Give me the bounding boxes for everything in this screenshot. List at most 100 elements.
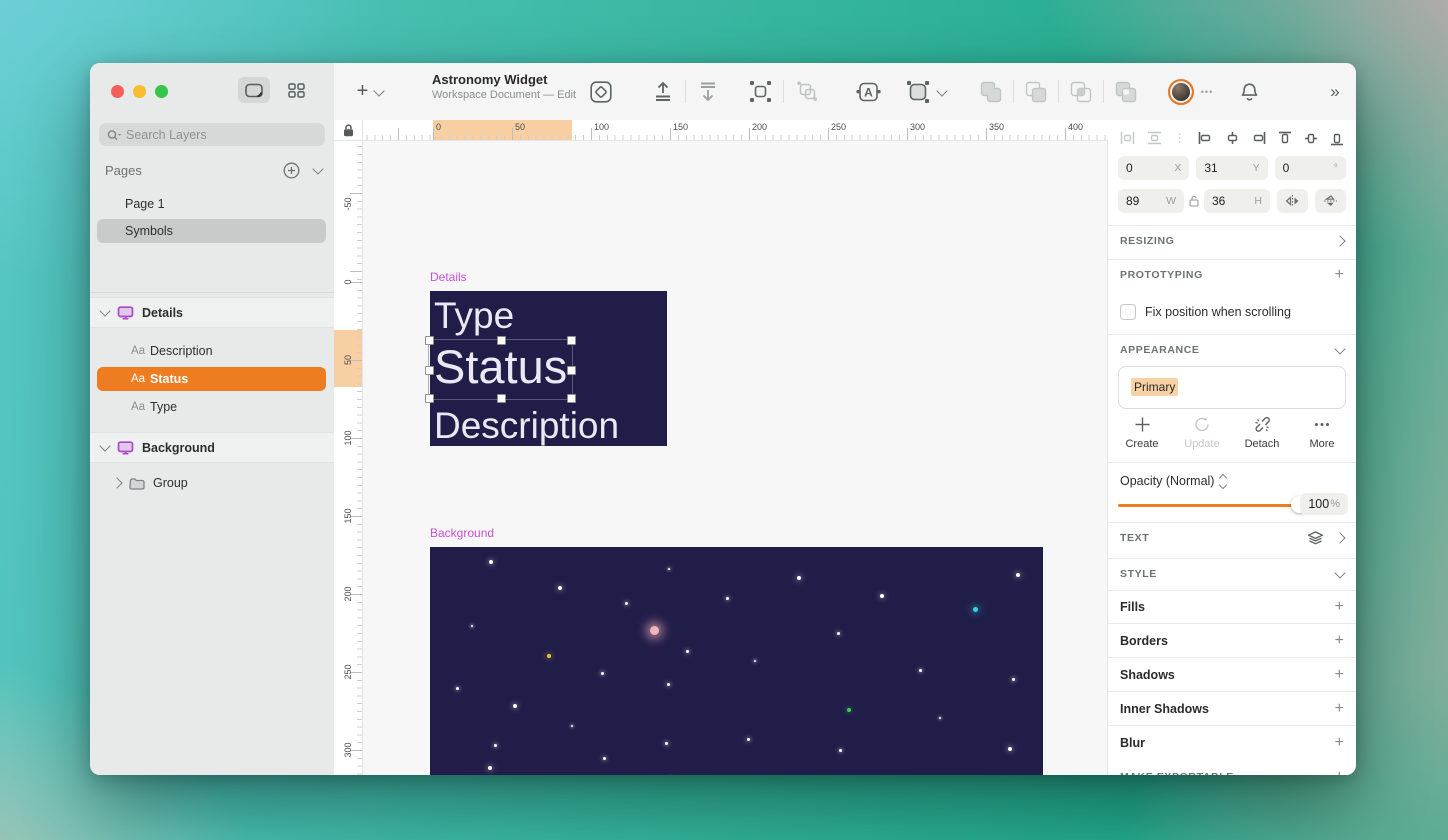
aspect-lock-icon[interactable]: [1189, 195, 1199, 207]
flip-vertical-button[interactable]: [1315, 189, 1346, 213]
ruler-label: 200: [343, 586, 353, 601]
artboard-label-details[interactable]: Details: [430, 270, 467, 284]
boolean-union-button[interactable]: [973, 63, 1009, 120]
collapse-pages-icon[interactable]: [312, 163, 323, 174]
add-prototype-icon[interactable]: +: [1335, 266, 1344, 284]
selection-handle[interactable]: [567, 366, 576, 375]
collapse-details-icon[interactable]: [99, 305, 110, 316]
more-button[interactable]: More: [1292, 416, 1352, 450]
opacity-value-field[interactable]: 100%: [1300, 493, 1348, 515]
create-button[interactable]: Create: [1112, 416, 1172, 450]
boolean-difference-button[interactable]: [1108, 63, 1144, 120]
insert-button[interactable]: +: [348, 63, 392, 120]
detach-button[interactable]: Detach: [1232, 416, 1292, 450]
artboard-label-background[interactable]: Background: [430, 526, 494, 540]
selection-handle[interactable]: [425, 366, 434, 375]
rotation-field[interactable]: 0°: [1275, 156, 1346, 180]
appearance-section[interactable]: APPEARANCE: [1108, 341, 1356, 359]
align-left-icon[interactable]: [1198, 131, 1213, 145]
style-row-blur[interactable]: Blur+: [1108, 725, 1356, 759]
align-right-icon[interactable]: [1251, 131, 1266, 145]
document-title-block[interactable]: Astronomy Widget Workspace Document — Ed…: [432, 72, 576, 101]
search-layers-input[interactable]: Search Layers: [99, 123, 325, 146]
move-forward-button[interactable]: [645, 63, 681, 120]
boolean-intersect-button[interactable]: [1063, 63, 1099, 120]
resizing-section[interactable]: RESIZING: [1108, 232, 1356, 250]
collaborators-more-button[interactable]: •••: [1192, 63, 1222, 120]
notifications-button[interactable]: [1231, 63, 1267, 120]
create-symbol-button[interactable]: [583, 63, 619, 120]
selection-handle[interactable]: [497, 336, 506, 345]
layer-item-description[interactable]: Aa Description: [90, 340, 334, 362]
expand-group-icon[interactable]: [111, 477, 122, 488]
selection-handle[interactable]: [497, 394, 506, 403]
layer-item-group[interactable]: Group: [90, 472, 334, 494]
style-row-borders[interactable]: Borders+: [1108, 623, 1356, 657]
align-top-icon[interactable]: [1278, 131, 1292, 146]
align-center-horizontal-icon[interactable]: [1225, 131, 1240, 145]
add-inner-shadows-icon[interactable]: +: [1335, 700, 1344, 718]
selection-box[interactable]: [428, 339, 573, 400]
add-blur-icon[interactable]: +: [1335, 734, 1344, 752]
detach-link-icon: [1253, 416, 1271, 433]
components-view-button[interactable]: [280, 77, 312, 103]
boolean-subtract-button[interactable]: [1018, 63, 1054, 120]
selection-handle[interactable]: [567, 394, 576, 403]
style-row-inner-shadows[interactable]: Inner Shadows+: [1108, 691, 1356, 725]
minimize-window-button[interactable]: [133, 85, 146, 98]
selection-handle[interactable]: [425, 394, 434, 403]
fix-position-checkbox[interactable]: [1120, 304, 1136, 320]
update-button[interactable]: Update: [1172, 416, 1232, 450]
style-row-shadows[interactable]: Shadows+: [1108, 657, 1356, 691]
appearance-value[interactable]: Primary: [1131, 378, 1178, 396]
prototyping-section[interactable]: PROTOTYPING +: [1108, 266, 1356, 284]
layer-item-type[interactable]: Aa Type: [90, 396, 334, 418]
align-middle-vertical-icon[interactable]: [1304, 131, 1318, 146]
add-export-icon[interactable]: +: [1335, 768, 1344, 775]
toolbar-overflow-button[interactable]: »: [1316, 63, 1352, 120]
flip-horizontal-button[interactable]: [1277, 189, 1308, 213]
page-item-symbols[interactable]: Symbols: [97, 219, 326, 243]
text-layer-description[interactable]: Description: [434, 407, 619, 444]
blend-mode-stepper[interactable]: [1220, 475, 1226, 488]
style-section[interactable]: STYLE: [1108, 565, 1356, 583]
horizontal-ruler[interactable]: 050100150200250300350400: [362, 120, 1108, 141]
y-field[interactable]: 31Y: [1196, 156, 1267, 180]
ungroup-button[interactable]: [789, 63, 825, 120]
collapse-background-icon[interactable]: [99, 440, 110, 451]
text-section[interactable]: TEXT: [1108, 529, 1356, 547]
add-borders-icon[interactable]: +: [1335, 632, 1344, 650]
selection-handle[interactable]: [567, 336, 576, 345]
add-shadows-icon[interactable]: +: [1335, 666, 1344, 684]
opacity-slider-track[interactable]: [1118, 504, 1302, 507]
distribute-vertically-icon[interactable]: [1147, 131, 1162, 145]
page-item-page1[interactable]: Page 1: [90, 193, 334, 214]
style-row-fills[interactable]: Fills+: [1108, 590, 1356, 623]
layer-list-view-button[interactable]: [238, 77, 270, 103]
distribute-horizontally-icon[interactable]: [1120, 131, 1135, 145]
x-field[interactable]: 0X: [1118, 156, 1189, 180]
close-window-button[interactable]: [111, 85, 124, 98]
add-page-button[interactable]: [283, 162, 300, 179]
add-fills-icon[interactable]: +: [1335, 598, 1344, 616]
selection-handle[interactable]: [425, 336, 434, 345]
layer-item-background[interactable]: Background: [90, 432, 334, 463]
appearance-box[interactable]: Primary: [1118, 366, 1346, 409]
align-bottom-icon[interactable]: [1330, 131, 1344, 146]
width-field[interactable]: 89W: [1118, 189, 1184, 213]
height-field[interactable]: 36H: [1204, 189, 1270, 213]
zoom-window-button[interactable]: [155, 85, 168, 98]
text-layer-type[interactable]: Type: [434, 297, 514, 334]
ruler-lock-corner[interactable]: [334, 120, 363, 141]
artboard-background[interactable]: [430, 547, 1043, 775]
text-styles-stack-icon[interactable]: [1307, 531, 1324, 546]
layer-item-details[interactable]: Details: [90, 297, 334, 328]
group-button[interactable]: [742, 63, 778, 120]
text-style-button[interactable]: A: [850, 63, 886, 120]
vertical-ruler[interactable]: -50050100150200250300: [334, 140, 363, 775]
canvas[interactable]: Details Type Status Description Backgrou…: [362, 140, 1108, 775]
scale-button[interactable]: [900, 63, 952, 120]
make-exportable-section[interactable]: MAKE EXPORTABLE +: [1108, 768, 1356, 775]
move-backward-button[interactable]: [690, 63, 726, 120]
layer-item-status[interactable]: Aa Status: [97, 367, 326, 391]
